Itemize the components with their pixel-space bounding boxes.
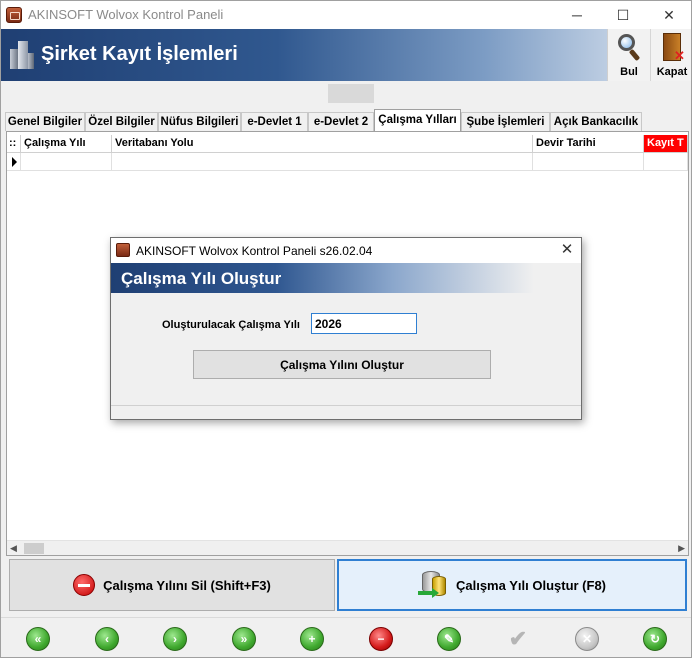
- header-toolbar: Bul ✕ Kapat: [607, 29, 691, 81]
- create-year-dialog-button[interactable]: Çalışma Yılını Oluştur: [193, 350, 491, 379]
- close-form-label: Kapat: [656, 66, 688, 78]
- tab-e-devlet-1[interactable]: e-Devlet 1: [241, 112, 308, 131]
- checkmark-icon[interactable]: ✔: [506, 626, 530, 651]
- window-title: AKINSOFT Wolvox Kontrol Paneli: [28, 7, 224, 22]
- dialog-heading: Çalışma Yılı Oluştur: [121, 269, 282, 288]
- find-label: Bul: [620, 66, 638, 78]
- database-create-icon: [417, 571, 448, 599]
- minus-icon[interactable]: −: [369, 627, 393, 651]
- plus-icon[interactable]: +: [300, 627, 324, 651]
- exit-door-icon: ✕: [663, 33, 685, 63]
- year-input[interactable]: [311, 313, 417, 334]
- scroll-thumb[interactable]: [24, 543, 44, 554]
- tab-genel-bilgiler[interactable]: Genel Bilgiler: [5, 112, 85, 131]
- dialog-close-button[interactable]: ✕: [557, 240, 577, 260]
- header-banner: Şirket Kayıt İşlemleri: [1, 29, 691, 81]
- horizontal-scrollbar[interactable]: ◀ ▶: [7, 540, 688, 555]
- delete-year-label: Çalışma Yılını Sil (Shift+F3): [103, 577, 271, 593]
- tab-ozel-bilgiler[interactable]: Özel Bilgiler: [85, 112, 158, 131]
- create-year-dialog: AKINSOFT Wolvox Kontrol Paneli s26.02.04…: [110, 237, 582, 420]
- column-header-kayit-tarihi[interactable]: Kayıt T: [644, 135, 688, 153]
- scroll-right-arrow-icon[interactable]: ▶: [678, 541, 685, 556]
- maximize-button[interactable]: ☐: [600, 1, 646, 29]
- edit-pencil-icon[interactable]: ✎: [437, 627, 461, 651]
- cell-kayit-tarihi[interactable]: [644, 153, 688, 171]
- double-left-arrow-icon[interactable]: «: [26, 627, 50, 651]
- delete-icon: [73, 574, 96, 596]
- cancel-x-icon[interactable]: ✕: [575, 627, 599, 651]
- double-right-arrow-icon[interactable]: »: [232, 627, 256, 651]
- cell-calisma-yili[interactable]: [21, 153, 112, 171]
- tab-acik-bankacilik[interactable]: Açık Bankacılık: [550, 112, 642, 131]
- app-logo-icon: [116, 243, 130, 257]
- grid-header: :: Çalışma Yılı Veritabanı Yolu Devir Ta…: [7, 135, 688, 153]
- app-logo-icon: [6, 7, 22, 23]
- navigation-bar: « ‹ › » + − ✎ ✔ ✕ ↻: [1, 617, 691, 657]
- column-header-devir-tarihi[interactable]: Devir Tarihi: [533, 135, 644, 153]
- title-bar: AKINSOFT Wolvox Kontrol Paneli ─ ☐ ✕: [1, 1, 691, 29]
- cell-devir-tarihi[interactable]: [533, 153, 644, 171]
- delete-year-button[interactable]: Çalışma Yılını Sil (Shift+F3): [9, 559, 335, 611]
- grid-corner[interactable]: ::: [7, 135, 21, 153]
- tab-sube-islemleri[interactable]: Şube İşlemleri: [461, 112, 550, 131]
- left-arrow-icon[interactable]: ‹: [95, 627, 119, 651]
- create-year-label: Çalışma Yılı Oluştur (F8): [455, 577, 607, 593]
- column-header-veritabani-yolu[interactable]: Veritabanı Yolu: [112, 135, 533, 153]
- tab-nufus-bilgileri[interactable]: Nüfus Bilgileri: [158, 112, 241, 131]
- page-title: Şirket Kayıt İşlemleri: [41, 43, 238, 65]
- table-row[interactable]: [7, 153, 688, 171]
- magnifier-icon: [618, 34, 641, 62]
- minimize-button[interactable]: ─: [554, 1, 600, 29]
- dialog-title-bar: AKINSOFT Wolvox Kontrol Paneli s26.02.04…: [111, 238, 581, 263]
- year-field-label: Oluşturulacak Çalışma Yılı: [162, 319, 300, 331]
- column-header-calisma-yili[interactable]: Çalışma Yılı: [21, 135, 112, 153]
- create-year-button[interactable]: Çalışma Yılı Oluştur (F8): [337, 559, 687, 611]
- splitter-handle[interactable]: [328, 84, 374, 103]
- dialog-divider: [111, 405, 581, 406]
- tab-calisma-yillari[interactable]: Çalışma Yılları: [374, 109, 461, 131]
- row-pointer-icon: [12, 157, 17, 167]
- find-button[interactable]: Bul: [608, 29, 650, 81]
- right-arrow-icon[interactable]: ›: [163, 627, 187, 651]
- row-indicator-cell: [7, 153, 21, 171]
- scroll-left-arrow-icon[interactable]: ◀: [10, 541, 17, 556]
- refresh-icon[interactable]: ↻: [643, 627, 667, 651]
- dialog-title: AKINSOFT Wolvox Kontrol Paneli s26.02.04: [136, 244, 373, 258]
- buildings-icon: [10, 41, 34, 69]
- tab-e-devlet-2[interactable]: e-Devlet 2: [308, 112, 374, 131]
- cell-veritabani-yolu[interactable]: [112, 153, 533, 171]
- dialog-banner: Çalışma Yılı Oluştur: [111, 263, 581, 293]
- close-form-button[interactable]: ✕ Kapat: [650, 29, 692, 81]
- close-button[interactable]: ✕: [646, 1, 692, 29]
